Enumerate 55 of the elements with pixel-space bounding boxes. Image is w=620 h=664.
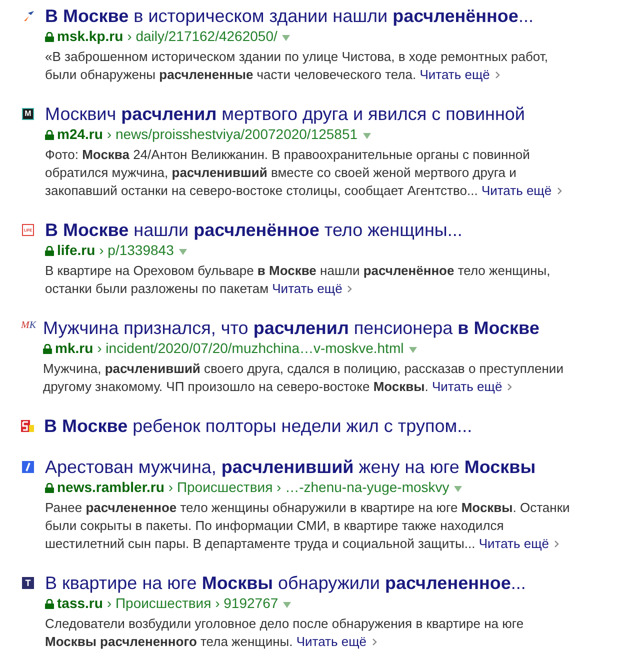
url-domain-link[interactable]: news.rambler.ru bbox=[57, 478, 164, 497]
result-snippet: Следователи возбудили уголовное дело после обнаружения в квартире на юге Москвы расчлененного тела женщины. Читать ещё bbox=[45, 615, 525, 651]
result-title-link[interactable]: Москвич расчленил мертвого друга и явился с повинной bbox=[45, 103, 577, 125]
lock-icon bbox=[45, 130, 54, 140]
read-more-link[interactable]: Читать ещё bbox=[296, 633, 377, 651]
read-more-link[interactable]: Читать ещё bbox=[481, 182, 562, 200]
lock-icon bbox=[45, 598, 54, 608]
chevron-right-icon bbox=[556, 187, 562, 195]
letter-tile-icon: T bbox=[22, 577, 34, 589]
slash-tile-icon bbox=[22, 461, 34, 473]
tile-logo-icon bbox=[21, 420, 34, 432]
url-path-link[interactable]: › p/1339843 bbox=[99, 241, 174, 260]
chevron-right-icon bbox=[347, 285, 352, 293]
swoosh-icon bbox=[24, 11, 34, 21]
lock-icon bbox=[45, 482, 54, 492]
caret-down-icon[interactable] bbox=[178, 248, 187, 254]
read-more-link[interactable]: Читать ещё bbox=[478, 535, 560, 553]
url-path-link[interactable]: › daily/217162/4262050/ bbox=[127, 27, 278, 46]
url-domain-link[interactable]: mk.ru bbox=[55, 339, 94, 358]
result-snippet: «В заброшенном историческом здании по улице Чистова, в ходе ремонтных работ, были обнаружены расчлененные части человеческого тела. Читать ещё bbox=[45, 48, 549, 84]
caret-down-icon[interactable] bbox=[454, 486, 462, 492]
result-title-link[interactable]: В Москве нашли расчленённое тело женщины... bbox=[45, 219, 577, 241]
chevron-right-icon bbox=[372, 638, 377, 646]
caret-down-icon[interactable] bbox=[283, 602, 292, 608]
result-snippet: В квартире на Ореховом бульваре в Москве нашли расчленённое тело женщины, останки были разложены по пакетам Читать ещё bbox=[45, 262, 552, 298]
lock-icon bbox=[43, 344, 52, 354]
result-title-link[interactable]: В квартире на юге Москвы обнаружили расчлененное... bbox=[45, 572, 577, 594]
chevron-right-icon bbox=[507, 383, 512, 391]
read-more-link[interactable]: Читать ещё bbox=[432, 378, 512, 396]
url-domain-link[interactable]: msk.kp.ru bbox=[57, 27, 124, 46]
result-snippet: Фото: Москва 24/Антон Великжанин. В правоохранительные органы с повинной обратился мужчина, расчленивший вместе со своей женой мертвого друга и закопавший останки на северо-востоке столицы, сообщает Агентство... Читать ещё bbox=[45, 146, 577, 200]
chevron-right-icon bbox=[494, 71, 500, 79]
chevron-right-icon bbox=[554, 540, 560, 548]
read-more-link[interactable]: Читать ещё bbox=[420, 66, 500, 84]
lock-icon bbox=[45, 32, 54, 42]
caret-down-icon[interactable] bbox=[408, 346, 417, 352]
letter-tile-icon: M bbox=[22, 108, 34, 120]
result-snippet: Мужчина, расчленивший своего друга, сдался в полицию, рассказав о преступлении другому знакомому. ЧП произошло на северо-востоке Москвы. Читать ещё bbox=[43, 360, 564, 396]
url-path-link[interactable]: › news/proisshestviya/20072020/125851 bbox=[106, 125, 358, 144]
caret-down-icon[interactable] bbox=[282, 34, 290, 40]
caret-down-icon[interactable] bbox=[362, 132, 371, 138]
url-path-link[interactable]: › Происшествия › …-zhenu-na-yuge-moskvy bbox=[168, 478, 450, 497]
lock-icon bbox=[45, 246, 54, 256]
url-path-link[interactable]: › incident/2020/07/20/muzhchina…v-moskve.html bbox=[97, 339, 404, 358]
read-more-link[interactable]: Читать ещё bbox=[272, 280, 352, 298]
result-title-link[interactable]: Мужчина признался, что расчленил пенсионера в Москве bbox=[43, 317, 575, 339]
result-title-link[interactable]: В Москве в историческом здании нашли расчленённое... bbox=[45, 5, 577, 27]
result-title-link[interactable]: Арестован мужчина, расчленивший жену на юге Москвы bbox=[45, 456, 577, 478]
url-path-link[interactable]: › Происшествия › 9192767 bbox=[106, 594, 278, 613]
letter-logo-icon: MK bbox=[21, 320, 36, 332]
url-domain-link[interactable]: life.ru bbox=[57, 241, 96, 260]
result-title-link[interactable]: В Москве ребенок полторы недели жил с трупом... bbox=[44, 415, 472, 437]
url-domain-link[interactable]: m24.ru bbox=[57, 125, 103, 144]
url-domain-link[interactable]: tass.ru bbox=[57, 594, 103, 613]
result-snippet: Ранее расчлененное тело женщины обнаружили в квартире на юге Москвы. Останки были сокрыты в пакеты. По информации СМИ, в квартире также находился шестилетний сын пары. В департаменте труда и социальной защиты... Читать ещё bbox=[45, 499, 571, 553]
